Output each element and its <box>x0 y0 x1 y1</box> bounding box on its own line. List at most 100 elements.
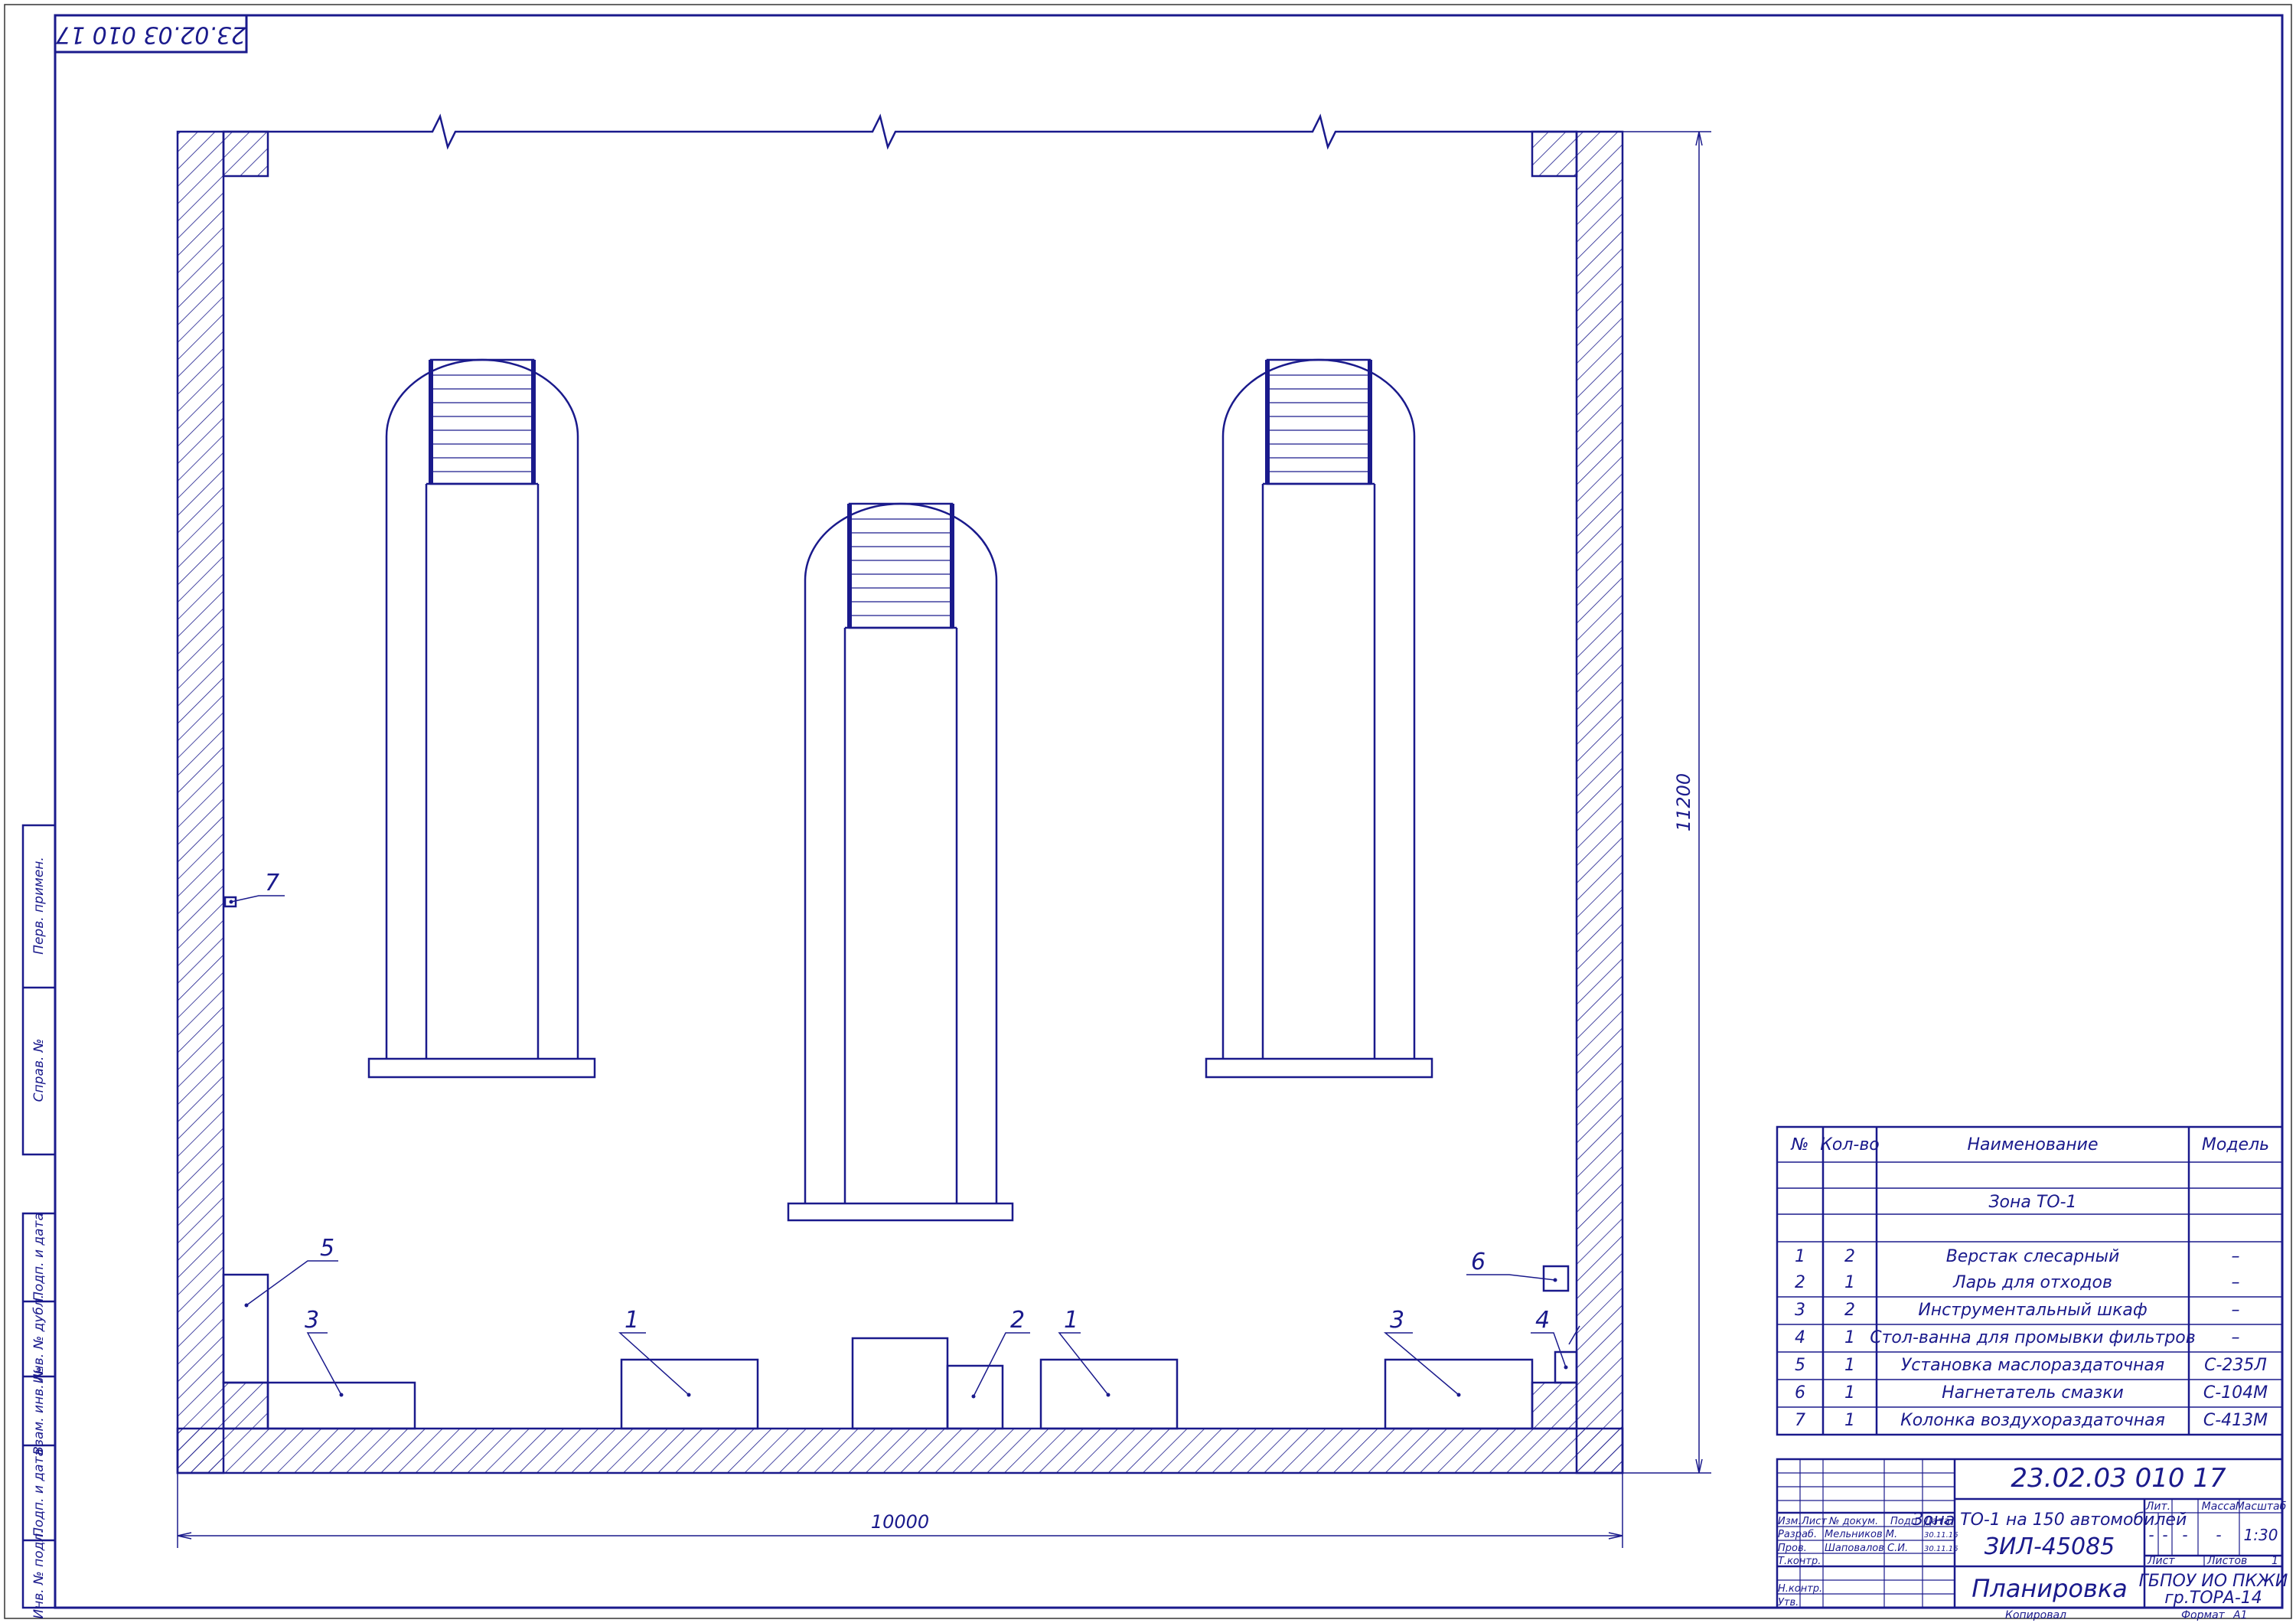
spec-cell-model: С-235Л <box>2204 1356 2267 1375</box>
sheets-label: Листов <box>2206 1555 2247 1567</box>
spec-cell-no: 4 <box>1795 1328 1805 1347</box>
spec-cell-no: 2 <box>1795 1273 1805 1292</box>
spec-cell-no: 1 <box>1795 1247 1805 1266</box>
break-line-top <box>223 113 1577 150</box>
role-prov: Пров. <box>1778 1543 1807 1554</box>
sheet-name: Планировка <box>1971 1574 2128 1603</box>
inspection-pit-center <box>787 502 1014 1222</box>
scale-label: Масштаб <box>2236 1501 2287 1513</box>
role-nkontr: Н.контр. <box>1778 1583 1822 1595</box>
callout-number: 5 <box>320 1235 334 1262</box>
title-block: 23.02.03 010 17 Зона ТО-1 на 150 автомоб… <box>1776 1458 2288 1621</box>
spec-cell-model: С-104М <box>2203 1383 2268 1403</box>
spec-cell-no: 7 <box>1795 1411 1805 1430</box>
rotated-stamp-code: 23.02.03 010 17 <box>56 21 246 48</box>
col-doc: № докум. <box>1828 1516 1878 1527</box>
spec-section-title: Зона ТО-1 <box>1988 1193 2076 1212</box>
scale-value: 1:30 <box>2244 1526 2278 1544</box>
spec-cell-name: Ларь для отходов <box>1952 1273 2112 1292</box>
doc-number: 23.02.03 010 17 <box>2011 1463 2226 1494</box>
org-line-2: гр.ТОРА-14 <box>2164 1589 2262 1608</box>
column-bottom-left <box>222 1381 269 1430</box>
spec-cell-qty: 1 <box>1844 1328 1855 1347</box>
floor-plan: 7 5 3 1 2 1 3 6 4 10000 11200 <box>176 113 1711 1548</box>
callout-number: 3 <box>1390 1307 1404 1334</box>
spec-cell-name: Стол-ванна для промывки фильтров <box>1870 1328 2196 1347</box>
spec-cell-qty: 1 <box>1844 1356 1855 1375</box>
spec-cell-qty: 2 <box>1844 1301 1855 1320</box>
callout-number: 2 <box>1010 1307 1025 1334</box>
equipment-3-cabinet-left <box>266 1381 416 1430</box>
callout-number: 4 <box>1535 1307 1550 1334</box>
column-bottom-right <box>1531 1381 1578 1430</box>
spec-header-qty: Кол-во <box>1820 1135 1880 1154</box>
sheets-value: 1 <box>2272 1555 2278 1567</box>
dimension-width: 10000 <box>871 1511 929 1533</box>
leader-lines <box>230 895 1580 1397</box>
col-list: Лист <box>1801 1516 1827 1527</box>
spec-header-name: Наименование <box>1968 1135 2099 1154</box>
spec-cell-name: Инструментальный шкаф <box>1918 1301 2147 1320</box>
lit-value: - <box>2148 1526 2154 1544</box>
spec-cell-no: 3 <box>1795 1301 1805 1320</box>
wall-left <box>176 130 225 1474</box>
left-side-labels: Перв. примен. Справ. № Подп. и дата Инв.… <box>31 857 47 1618</box>
spec-cell-model: С-413М <box>2203 1411 2268 1430</box>
inspection-pit-left <box>367 358 596 1079</box>
specification-table: № Кол-во Наименование Модель Зона ТО-1 1… <box>1776 1125 2284 1436</box>
lit-value: - <box>2182 1526 2187 1544</box>
copied-label: Копировал <box>2005 1609 2066 1621</box>
inspection-pit-right <box>1205 358 1433 1079</box>
spec-header-model: Модель <box>2202 1135 2269 1154</box>
lit-label: Лит. <box>2145 1501 2170 1513</box>
spec-cell-qty: 2 <box>1844 1247 1855 1266</box>
name-prov: Шаповалов С.И. <box>1825 1543 1908 1554</box>
date-razrab: 30.11.16 <box>1924 1531 1958 1540</box>
wall-bottom <box>176 1427 1624 1474</box>
column-top-right <box>1531 130 1578 178</box>
leader-dots <box>229 900 1568 1399</box>
spec-cell-name: Колонка воздухораздаточная <box>1900 1411 2165 1430</box>
format-label: Формат <box>2181 1609 2226 1621</box>
title-line-1: Зона ТО-1 на 150 автомобилей <box>1913 1510 2187 1530</box>
col-sign: Подп. <box>1890 1516 1920 1527</box>
name-razrab: Мельников М. <box>1825 1529 1897 1540</box>
title-line-2: ЗИЛ-45085 <box>1985 1533 2115 1560</box>
column-top-left <box>222 130 269 178</box>
equipment-5-oil-unit <box>222 1273 269 1384</box>
side-label: Подп. и дата <box>31 1213 47 1301</box>
spec-cell-name: Нагнетатель смазки <box>1942 1383 2124 1403</box>
equipment-cabinet-center <box>851 1337 949 1430</box>
col-date: Дата <box>1923 1516 1950 1527</box>
side-label: Подп. и дата <box>31 1448 47 1537</box>
role-tkontr: Т.контр. <box>1778 1556 1821 1567</box>
spec-cell-model: – <box>2232 1273 2240 1292</box>
date-prov: 30.11.16 <box>1924 1545 1958 1553</box>
mass-value: - <box>2216 1526 2221 1544</box>
sheet-frame-outer <box>4 4 2292 1619</box>
role-razrab: Разраб. <box>1778 1529 1817 1540</box>
side-label: Взам. инв. № <box>31 1367 47 1455</box>
dimension-height: 11200 <box>1673 773 1694 831</box>
side-label: Справ. № <box>31 1039 47 1102</box>
spec-cell-name: Установка маслораздаточная <box>1901 1356 2164 1375</box>
callout-numbers: 7 5 3 1 2 1 3 6 4 <box>265 870 1550 1334</box>
callout-number: 6 <box>1471 1249 1486 1275</box>
wall-right <box>1575 130 1624 1474</box>
mass-label: Масса <box>2202 1501 2236 1513</box>
dimension-lines <box>177 131 1711 1548</box>
callout-number: 3 <box>305 1307 319 1334</box>
side-label: Перв. примен. <box>31 857 47 955</box>
spec-cell-qty: 1 <box>1844 1273 1855 1292</box>
callout-number: 1 <box>1064 1307 1078 1334</box>
spec-cell-qty: 1 <box>1844 1383 1855 1403</box>
callout-number: 7 <box>265 870 279 896</box>
technical-drawing: 23.02.03 010 17 Перв. примен. Справ. № П… <box>4 4 2292 1621</box>
spec-cell-name: Верстак слесарный <box>1946 1247 2120 1266</box>
callout-number: 1 <box>625 1307 639 1334</box>
spec-cell-model: – <box>2232 1301 2240 1320</box>
spec-cell-no: 6 <box>1795 1383 1805 1403</box>
spec-cell-model: – <box>2232 1247 2240 1266</box>
spec-cell-no: 5 <box>1795 1356 1805 1375</box>
side-label: Инв. № подл. <box>31 1529 47 1618</box>
